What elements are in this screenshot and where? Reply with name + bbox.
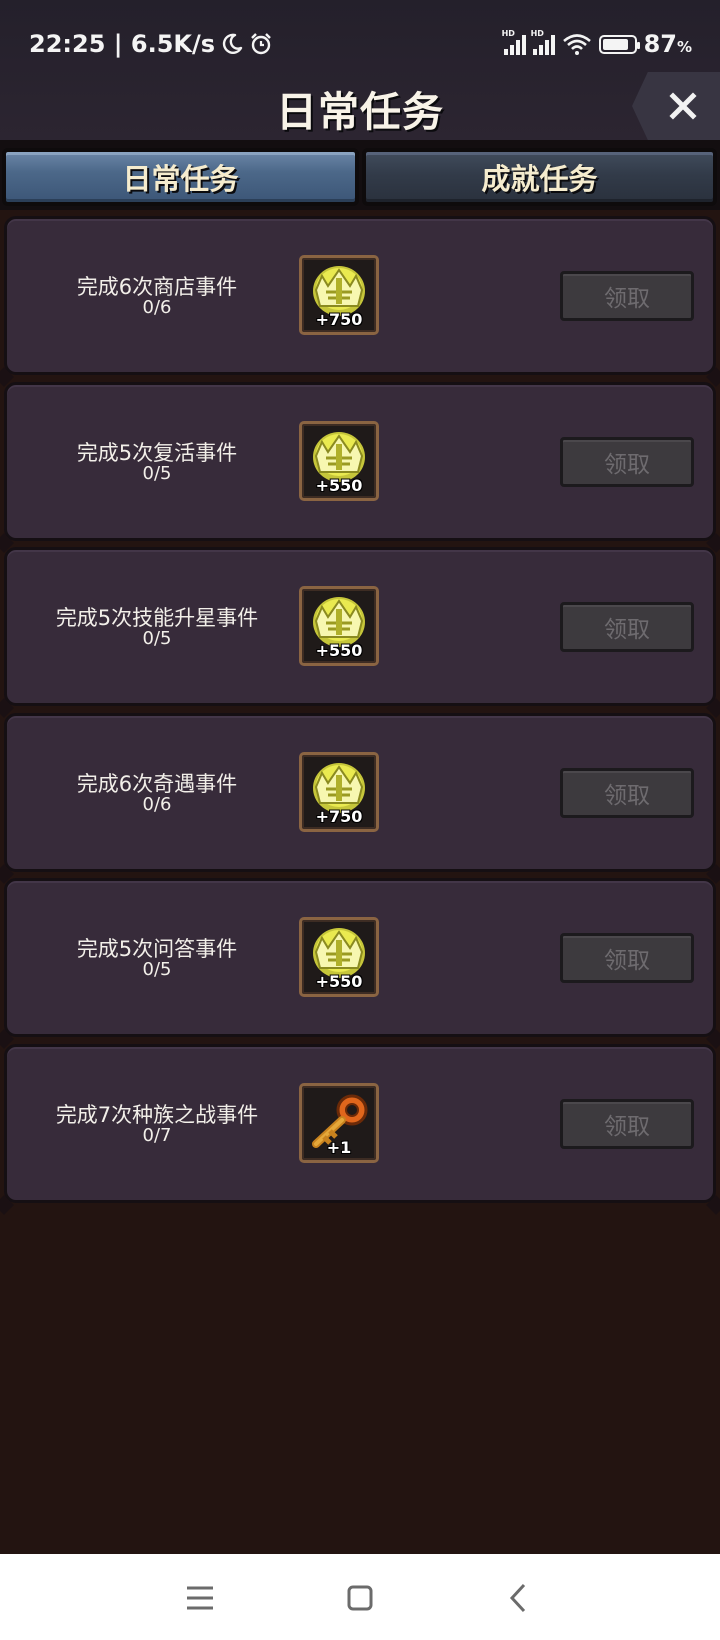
wifi-icon bbox=[562, 34, 591, 55]
claim-button[interactable]: 领取 bbox=[560, 437, 694, 487]
status-left: 22:25 | 6.5K/s bbox=[29, 30, 273, 58]
reward-slot[interactable]: +550 bbox=[299, 421, 379, 501]
battery-fill bbox=[602, 38, 629, 50]
reward-amount: +750 bbox=[315, 807, 363, 826]
reward-slot[interactable]: +750 bbox=[299, 255, 379, 335]
task-row: 完成6次奇遇事件 0/6 +750 领取 bbox=[4, 713, 716, 872]
reward-slot[interactable]: +550 bbox=[299, 586, 379, 666]
battery-icon bbox=[598, 34, 640, 54]
claim-button[interactable]: 领取 bbox=[560, 602, 694, 652]
tab-achievement-tasks[interactable]: 成就任务 bbox=[362, 148, 717, 206]
status-right: HD HD 87% bbox=[502, 29, 692, 58]
task-progress: 0/6 bbox=[142, 794, 172, 815]
task-row: 完成5次问答事件 0/5 +550 领取 bbox=[4, 878, 716, 1037]
task-row: 完成6次商店事件 0/6 +750 领取 bbox=[4, 216, 716, 375]
alarm-icon bbox=[251, 33, 271, 55]
signal-icon-2: HD bbox=[531, 29, 555, 55]
task-progress: 0/5 bbox=[142, 959, 172, 980]
task-row: 完成7次种族之战事件 0/7 +1 领取 bbox=[4, 1044, 716, 1203]
reward-amount: +750 bbox=[315, 310, 363, 329]
reward-slot[interactable]: +550 bbox=[299, 917, 379, 997]
menu-button[interactable] bbox=[178, 1576, 222, 1620]
home-icon bbox=[347, 1585, 373, 1611]
hd-label-2: HD bbox=[530, 29, 544, 38]
tab-daily-tasks[interactable]: 日常任务 bbox=[2, 148, 359, 206]
battery-percent: 87% bbox=[643, 30, 692, 58]
reward-amount: +550 bbox=[315, 641, 363, 660]
reward-amount: +550 bbox=[315, 972, 363, 991]
claim-button[interactable]: 领取 bbox=[560, 271, 694, 321]
reward-slot[interactable]: +1 bbox=[299, 1083, 379, 1163]
claim-button[interactable]: 领取 bbox=[560, 1099, 694, 1149]
status-bar: 22:25 | 6.5K/s HD HD 87% bbox=[0, 0, 720, 90]
moon-icon bbox=[222, 33, 243, 54]
task-progress: 0/5 bbox=[142, 463, 172, 484]
task-progress: 0/5 bbox=[142, 628, 172, 649]
hd-label: HD bbox=[501, 29, 515, 38]
reward-amount: +1 bbox=[326, 1138, 352, 1157]
task-row: 完成5次复活事件 0/5 +550 领取 bbox=[4, 382, 716, 541]
task-progress: 0/6 bbox=[142, 297, 172, 318]
close-icon bbox=[669, 92, 697, 120]
signal-icon: HD bbox=[502, 29, 526, 55]
back-button[interactable] bbox=[496, 1576, 540, 1620]
task-progress: 0/7 bbox=[142, 1125, 172, 1146]
claim-button[interactable]: 领取 bbox=[560, 768, 694, 818]
task-row: 完成5次技能升星事件 0/5 +550 领取 bbox=[4, 547, 716, 706]
claim-button[interactable]: 领取 bbox=[560, 933, 694, 983]
back-icon bbox=[509, 1583, 526, 1613]
time-speed-text: 22:25 | 6.5K/s bbox=[29, 30, 216, 58]
reward-slot[interactable]: +750 bbox=[299, 752, 379, 832]
close-button[interactable] bbox=[632, 72, 720, 140]
navigation-bar bbox=[0, 1554, 720, 1640]
reward-amount: +550 bbox=[315, 476, 363, 495]
home-button[interactable] bbox=[338, 1576, 382, 1620]
page-title: 日常任务 bbox=[276, 88, 444, 136]
menu-icon bbox=[187, 1586, 213, 1610]
